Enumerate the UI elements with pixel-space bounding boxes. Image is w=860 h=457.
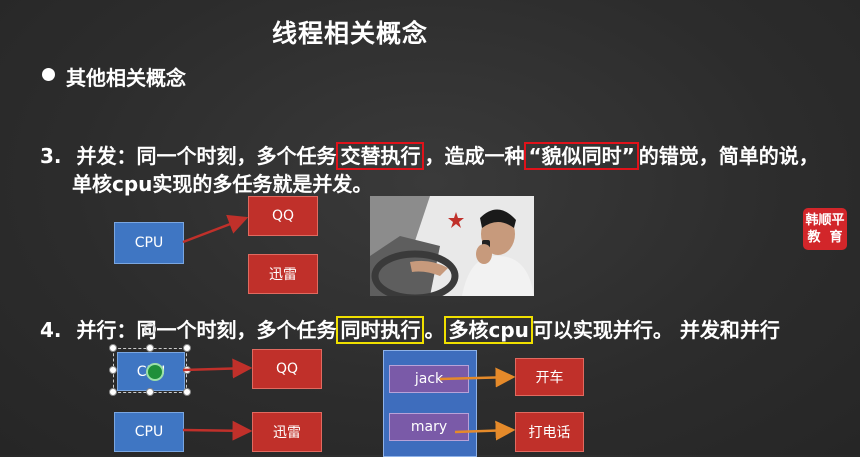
arrow-cpu-to-xunlei-2: [182, 420, 253, 441]
brand-logo: 韩顺平 教 育: [803, 208, 847, 250]
arrow-jack-to-drive: [439, 367, 516, 388]
logo-line1: 韩顺平: [805, 213, 845, 228]
logo-line2: 教 育: [807, 230, 843, 245]
arrows-layer: [182, 214, 516, 441]
arrow-cpu-to-qq: [182, 214, 249, 244]
arrow-cpu-to-qq-2: [182, 358, 253, 379]
arrow-mary-to-call: [454, 420, 516, 441]
